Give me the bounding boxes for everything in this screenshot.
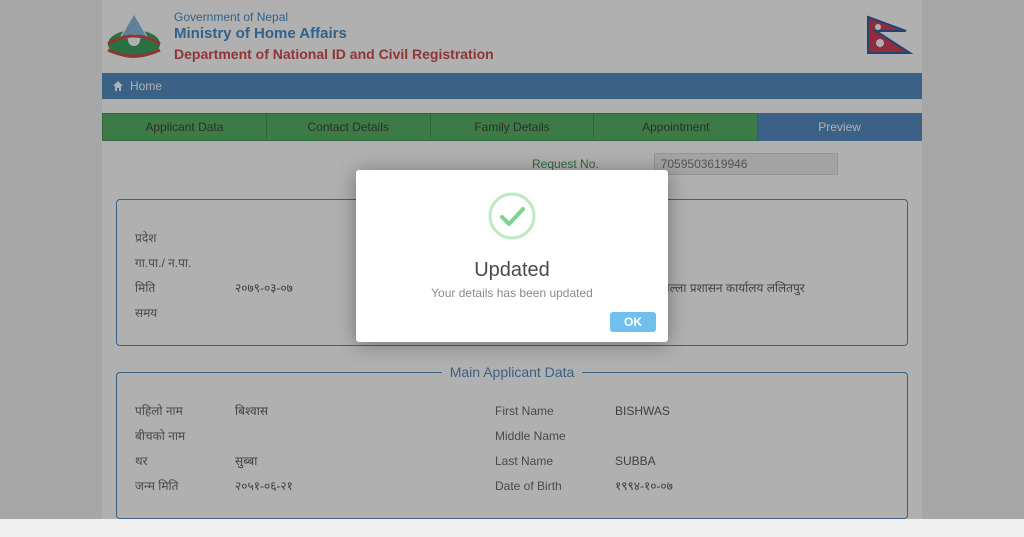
updated-modal: Updated Your details has been updated OK [356, 170, 668, 342]
modal-message: Your details has been updated [372, 286, 652, 300]
ok-button[interactable]: OK [610, 312, 656, 332]
page-root: Government of Nepal Ministry of Home Aff… [0, 0, 1024, 519]
modal-title: Updated [372, 259, 652, 282]
success-check-icon [486, 190, 538, 242]
